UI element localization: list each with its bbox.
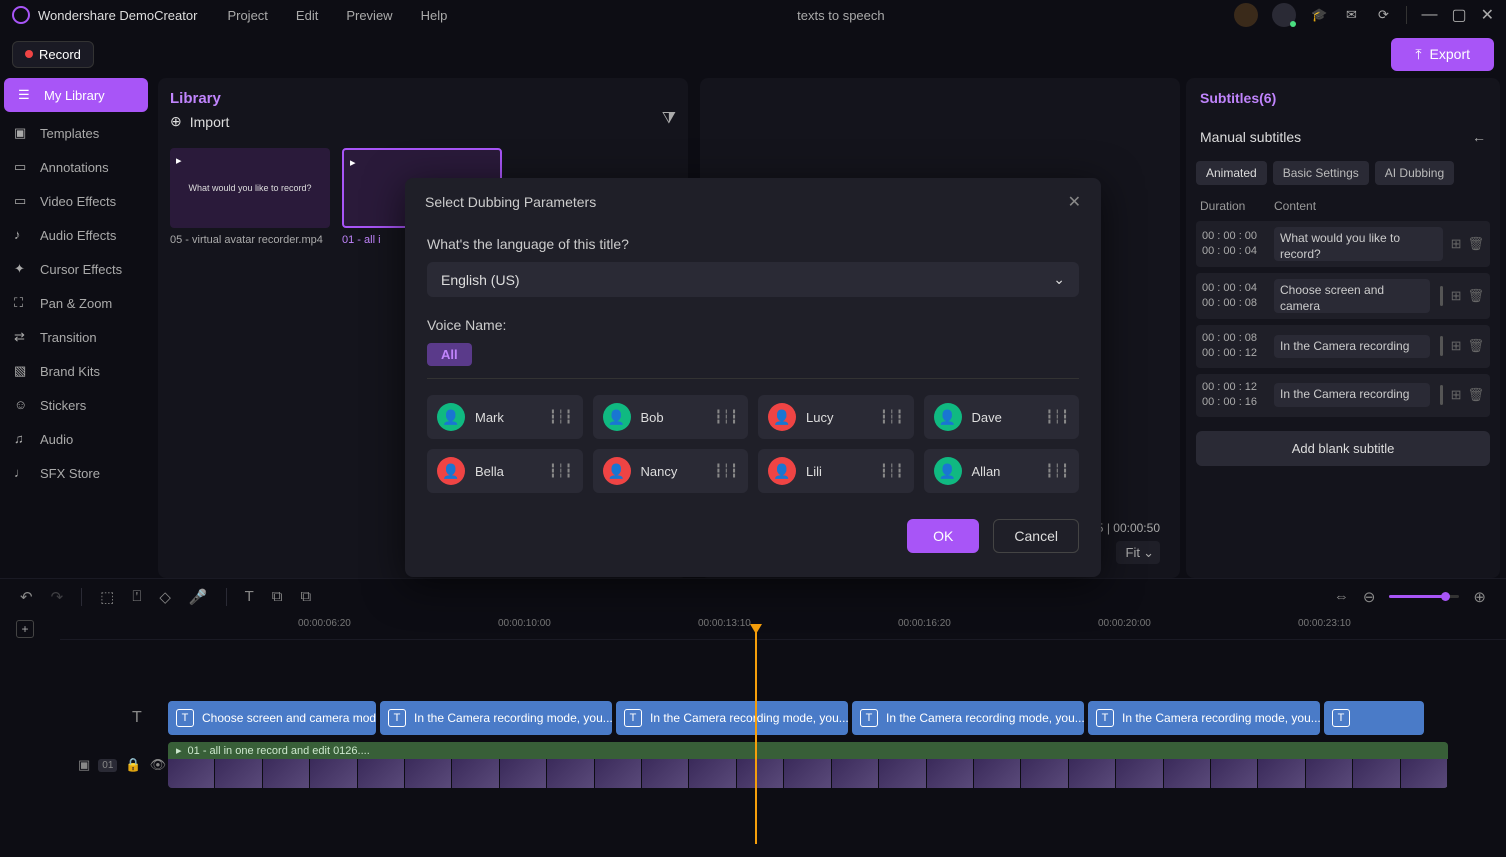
modal-footer: OK Cancel xyxy=(405,503,1101,557)
voice-filter: All xyxy=(427,343,1079,366)
voice-option[interactable]: 👤Mark┇┆┇ xyxy=(427,395,583,439)
avatar-icon: 👤 xyxy=(768,457,796,485)
voice-option[interactable]: 👤Nancy┇┆┇ xyxy=(593,449,749,493)
cancel-button[interactable]: Cancel xyxy=(993,519,1079,553)
waveform-icon[interactable]: ┇┆┇ xyxy=(1046,463,1069,479)
voice-filter-all[interactable]: All xyxy=(427,343,472,366)
modal-title: Select Dubbing Parameters xyxy=(425,194,596,210)
avatar-icon: 👤 xyxy=(768,403,796,431)
avatar-icon: 👤 xyxy=(934,457,962,485)
voice-option[interactable]: 👤Lucy┇┆┇ xyxy=(758,395,914,439)
language-question: What's the language of this title? xyxy=(427,236,1079,252)
divider xyxy=(427,378,1079,379)
modal-body: What's the language of this title? Engli… xyxy=(405,226,1101,503)
waveform-icon[interactable]: ┇┆┇ xyxy=(549,409,572,425)
chevron-down-icon: ⌄ xyxy=(1053,271,1065,288)
waveform-icon[interactable]: ┇┆┇ xyxy=(549,463,572,479)
avatar-icon: 👤 xyxy=(437,457,465,485)
waveform-icon[interactable]: ┇┆┇ xyxy=(1046,409,1069,425)
avatar-icon: 👤 xyxy=(603,403,631,431)
modal-overlay: Select Dubbing Parameters ✕ What's the l… xyxy=(0,0,1506,857)
dubbing-modal: Select Dubbing Parameters ✕ What's the l… xyxy=(405,178,1101,577)
waveform-icon[interactable]: ┇┆┇ xyxy=(715,463,738,479)
voice-name-label: Voice Name: xyxy=(427,317,1079,333)
waveform-icon[interactable]: ┇┆┇ xyxy=(880,409,903,425)
voice-option[interactable]: 👤Bob┇┆┇ xyxy=(593,395,749,439)
voice-option[interactable]: 👤Lili┇┆┇ xyxy=(758,449,914,493)
modal-header: Select Dubbing Parameters ✕ xyxy=(405,178,1101,226)
avatar-icon: 👤 xyxy=(603,457,631,485)
avatar-icon: 👤 xyxy=(934,403,962,431)
avatar-icon: 👤 xyxy=(437,403,465,431)
waveform-icon[interactable]: ┇┆┇ xyxy=(880,463,903,479)
ok-button[interactable]: OK xyxy=(907,519,979,553)
language-dropdown[interactable]: English (US) ⌄ xyxy=(427,262,1079,297)
voice-option[interactable]: 👤Bella┇┆┇ xyxy=(427,449,583,493)
waveform-icon[interactable]: ┇┆┇ xyxy=(715,409,738,425)
voice-grid: 👤Mark┇┆┇ 👤Bob┇┆┇ 👤Lucy┇┆┇ 👤Dave┇┆┇ 👤Bell… xyxy=(427,395,1079,493)
voice-option[interactable]: 👤Allan┇┆┇ xyxy=(924,449,1080,493)
voice-option[interactable]: 👤Dave┇┆┇ xyxy=(924,395,1080,439)
close-icon[interactable]: ✕ xyxy=(1068,192,1081,212)
